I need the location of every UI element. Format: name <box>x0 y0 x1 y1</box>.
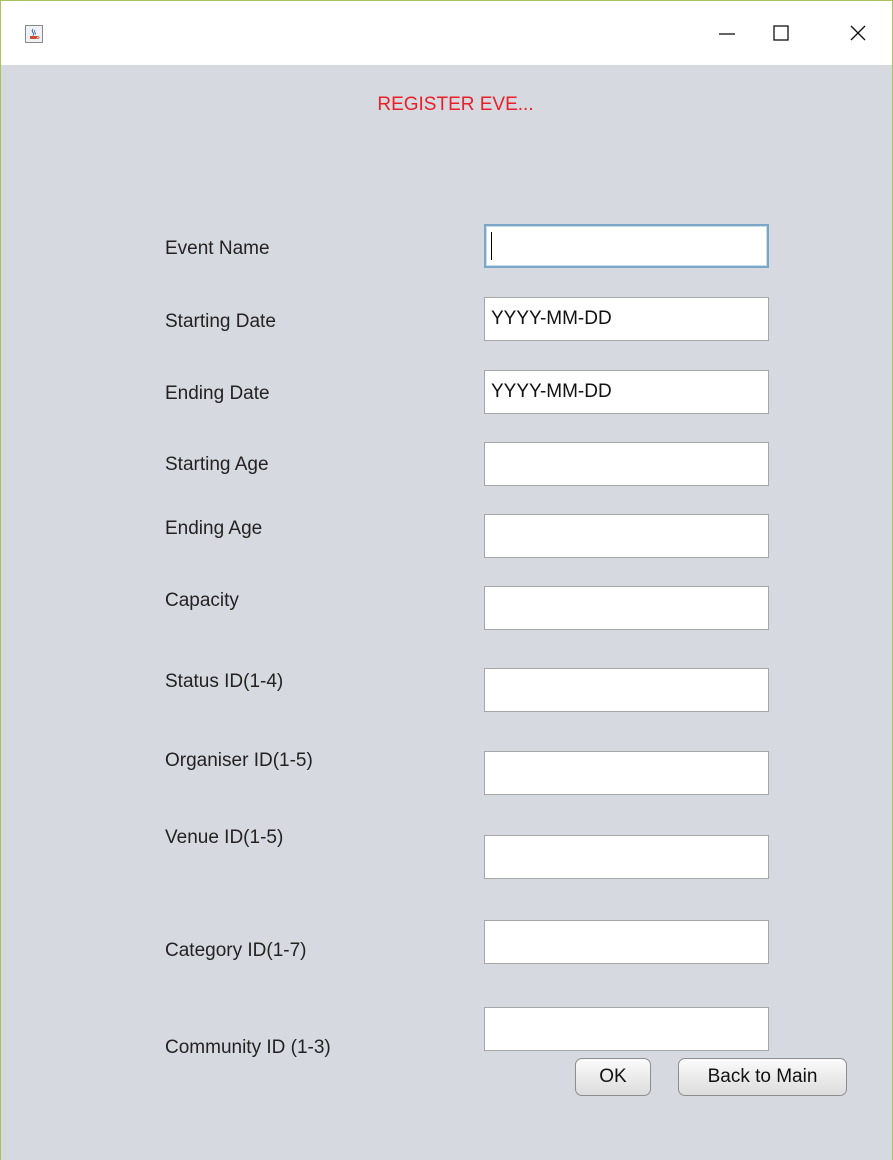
back-to-main-button[interactable]: Back to Main <box>678 1058 847 1096</box>
label-ending-date: Ending Date <box>165 383 270 404</box>
label-starting-age: Starting Age <box>165 454 269 475</box>
label-ending-age: Ending Age <box>165 518 263 539</box>
ending-date-input[interactable] <box>484 370 769 414</box>
ending-age-input[interactable] <box>484 514 769 558</box>
venue-id-input[interactable] <box>484 835 769 879</box>
label-starting-date: Starting Date <box>165 311 276 332</box>
maximize-icon <box>773 25 789 41</box>
close-icon <box>850 25 865 41</box>
label-capacity: Capacity <box>165 590 239 611</box>
starting-date-input[interactable] <box>484 297 769 341</box>
label-community-id: Community ID (1-3) <box>165 1037 331 1058</box>
label-status-id: Status ID(1-4) <box>165 671 284 692</box>
status-id-input[interactable] <box>484 668 769 712</box>
close-button[interactable] <box>821 1 892 65</box>
label-event-name: Event Name <box>165 238 270 259</box>
java-cup-icon <box>25 25 43 43</box>
app-window: REGISTER EVE... Event Name Starting Date… <box>0 0 893 1160</box>
capacity-input[interactable] <box>484 586 769 630</box>
community-id-input[interactable] <box>484 1007 769 1051</box>
maximize-button[interactable] <box>741 1 821 65</box>
label-organiser-id: Organiser ID(1-5) <box>165 750 313 771</box>
title-bar[interactable] <box>1 1 892 65</box>
label-category-id: Category ID(1-7) <box>165 940 307 961</box>
event-name-input[interactable] <box>484 224 769 268</box>
ok-button[interactable]: OK <box>575 1058 651 1096</box>
label-venue-id: Venue ID(1-5) <box>165 827 284 848</box>
minimize-icon <box>719 33 735 35</box>
form-heading: REGISTER EVE... <box>377 94 534 115</box>
starting-age-input[interactable] <box>484 442 769 486</box>
text-caret <box>491 232 492 260</box>
category-id-input[interactable] <box>484 920 769 964</box>
organiser-id-input[interactable] <box>484 751 769 795</box>
